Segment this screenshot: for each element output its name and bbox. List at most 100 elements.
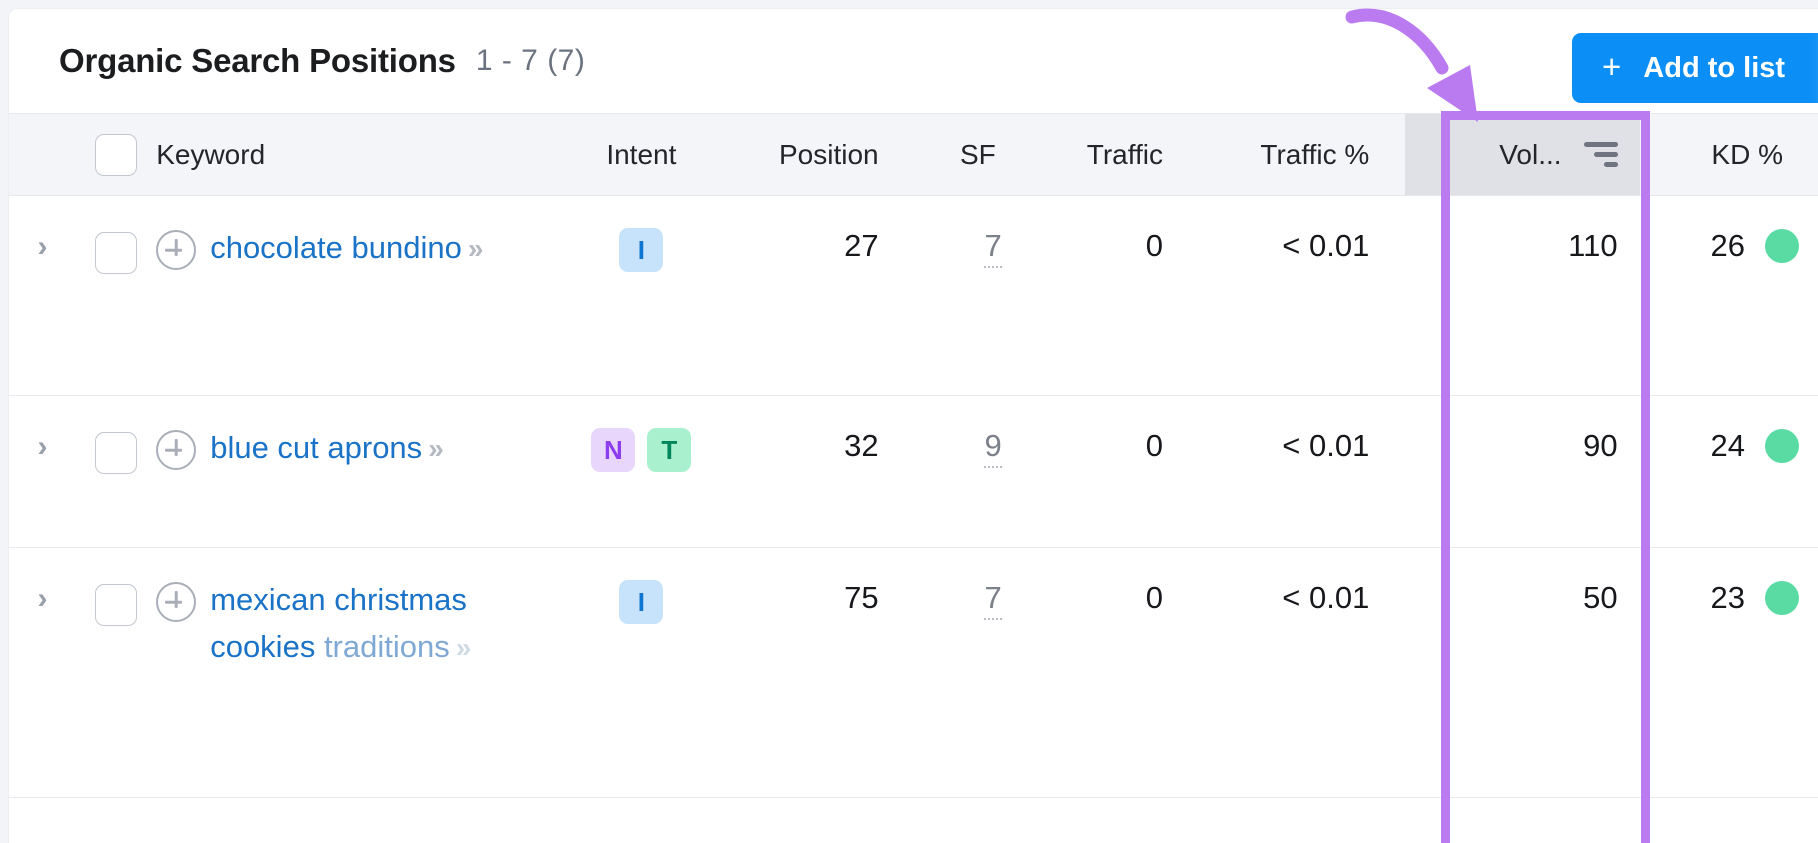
sf-value[interactable]: 7 [984, 580, 1002, 620]
page-title: Organic Search Positions [59, 42, 456, 79]
serp-chevrons-icon[interactable]: » [468, 233, 484, 264]
traffic-value: 0 [1145, 580, 1164, 615]
traffic-cell: 0 [1031, 395, 1200, 548]
table-row: › mexican christmas cookies traditions» [9, 547, 1818, 798]
traffic-cell: 0 [1031, 547, 1200, 798]
keyword-text-tail: traditions [323, 629, 450, 665]
kd-difficulty-dot [1765, 581, 1799, 615]
keyword-link[interactable]: chocolate bundino» [210, 224, 484, 271]
traffic-percent-cell: < 0.01 [1199, 547, 1406, 798]
row-expander-cell: › [9, 195, 76, 396]
row-expander-cell: › [9, 547, 76, 798]
position-value: 75 [844, 580, 879, 615]
traffic-percent-cell: < 0.01 [1199, 395, 1406, 548]
header-volume-label: Vol... [1499, 138, 1562, 170]
row-checkbox[interactable] [95, 432, 138, 474]
volume-value: 90 [1583, 428, 1618, 463]
sort-descending-icon[interactable] [1583, 142, 1618, 167]
volume-value: 50 [1583, 580, 1618, 615]
plus-icon: + [1602, 48, 1622, 85]
kd-value: 23 [1710, 580, 1745, 615]
add-keyword-icon[interactable] [156, 430, 197, 470]
header-kd-percent[interactable]: KD % [1639, 113, 1818, 196]
kd-cell: 26 [1639, 195, 1818, 396]
intent-cell: I [546, 195, 737, 396]
header-traffic-percent[interactable]: Traffic % [1199, 113, 1406, 196]
keyword-link[interactable]: blue cut aprons» [210, 424, 444, 471]
intent-badge[interactable]: I [619, 228, 664, 272]
volume-cell: 50 [1405, 547, 1640, 798]
expand-row-chevron-icon[interactable]: › [9, 396, 76, 462]
volume-cell: 110 [1405, 195, 1640, 396]
keyword-cell: mexican christmas cookies traditions» [156, 547, 547, 798]
sf-cell: 7 [914, 547, 1032, 798]
expand-row-chevron-icon[interactable]: › [9, 548, 76, 614]
kd-difficulty-dot [1765, 229, 1799, 263]
screenshot-root: Organic Search Positions 1 - 7 (7) + Add… [0, 0, 1818, 843]
intent-badge[interactable]: N [591, 428, 636, 472]
header-volume[interactable]: Vol... [1405, 113, 1640, 196]
serp-chevrons-icon[interactable]: » [456, 632, 472, 663]
position-value: 32 [844, 428, 879, 463]
table-body: › chocolate bundino» I 27 7 0 < 0.01 110… [9, 195, 1818, 798]
header-intent[interactable]: Intent [546, 113, 737, 196]
header-traffic[interactable]: Traffic [1031, 113, 1200, 196]
kd-difficulty-dot [1765, 429, 1799, 463]
header-keyword[interactable]: Keyword [156, 113, 547, 196]
header-sf[interactable]: SF [914, 113, 1032, 196]
sf-cell: 7 [914, 195, 1032, 396]
intent-badge[interactable]: T [647, 428, 692, 472]
serp-chevrons-icon[interactable]: » [428, 433, 444, 464]
header-select-all-cell [75, 113, 157, 196]
position-cell: 75 [736, 547, 915, 798]
select-all-checkbox[interactable] [95, 133, 138, 176]
traffic-percent-value: < 0.01 [1282, 428, 1370, 463]
intent-badge[interactable]: I [619, 580, 664, 624]
traffic-value: 0 [1145, 428, 1164, 463]
sf-cell: 9 [914, 395, 1032, 548]
traffic-percent-value: < 0.01 [1282, 580, 1370, 615]
table-row: › blue cut aprons» N T 32 9 0 < 0.01 90 … [9, 395, 1818, 548]
header-expander-col [9, 113, 76, 196]
card-header: Organic Search Positions 1 - 7 (7) + Add… [9, 9, 1818, 113]
header-row: Keyword Intent Position SF Traffic Traff… [9, 113, 1818, 196]
sf-value[interactable]: 7 [984, 228, 1002, 268]
kd-value: 24 [1710, 428, 1745, 463]
row-checkbox[interactable] [95, 232, 138, 274]
keyword-text: chocolate bundino [210, 230, 462, 265]
result-range: 1 - 7 (7) [475, 44, 586, 77]
row-select-cell [75, 395, 157, 548]
traffic-percent-value: < 0.01 [1282, 228, 1370, 263]
row-checkbox[interactable] [95, 584, 138, 626]
add-keyword-icon[interactable] [156, 230, 197, 270]
row-select-cell [75, 195, 157, 396]
volume-value: 110 [1568, 228, 1618, 263]
kd-value: 26 [1710, 228, 1745, 263]
table-row: › chocolate bundino» I 27 7 0 < 0.01 110… [9, 195, 1818, 396]
traffic-percent-cell: < 0.01 [1199, 195, 1406, 396]
expand-row-chevron-icon[interactable]: › [9, 196, 76, 262]
table-header: Keyword Intent Position SF Traffic Traff… [9, 113, 1818, 196]
add-keyword-icon[interactable] [156, 582, 197, 622]
add-to-list-button[interactable]: + Add to list [1572, 33, 1818, 103]
add-to-list-label: Add to list [1643, 51, 1786, 84]
volume-cell: 90 [1405, 395, 1640, 548]
kd-cell: 24 [1639, 395, 1818, 548]
position-value: 27 [844, 228, 879, 263]
kd-cell: 23 [1639, 547, 1818, 798]
header-position[interactable]: Position [736, 113, 915, 196]
position-cell: 32 [736, 395, 915, 548]
organic-search-positions-card: Organic Search Positions 1 - 7 (7) + Add… [8, 8, 1818, 843]
keyword-link[interactable]: mexican christmas cookies traditions» [210, 576, 546, 671]
row-expander-cell: › [9, 395, 76, 548]
intent-cell: I [546, 547, 737, 798]
position-cell: 27 [736, 195, 915, 396]
intent-cell: N T [546, 395, 737, 548]
keyword-cell: chocolate bundino» [156, 195, 547, 396]
sf-value[interactable]: 9 [984, 428, 1002, 468]
traffic-value: 0 [1145, 228, 1164, 263]
keyword-cell: blue cut aprons» [156, 395, 547, 548]
positions-table: Keyword Intent Position SF Traffic Traff… [9, 113, 1818, 798]
traffic-cell: 0 [1031, 195, 1200, 396]
row-select-cell [75, 547, 157, 798]
